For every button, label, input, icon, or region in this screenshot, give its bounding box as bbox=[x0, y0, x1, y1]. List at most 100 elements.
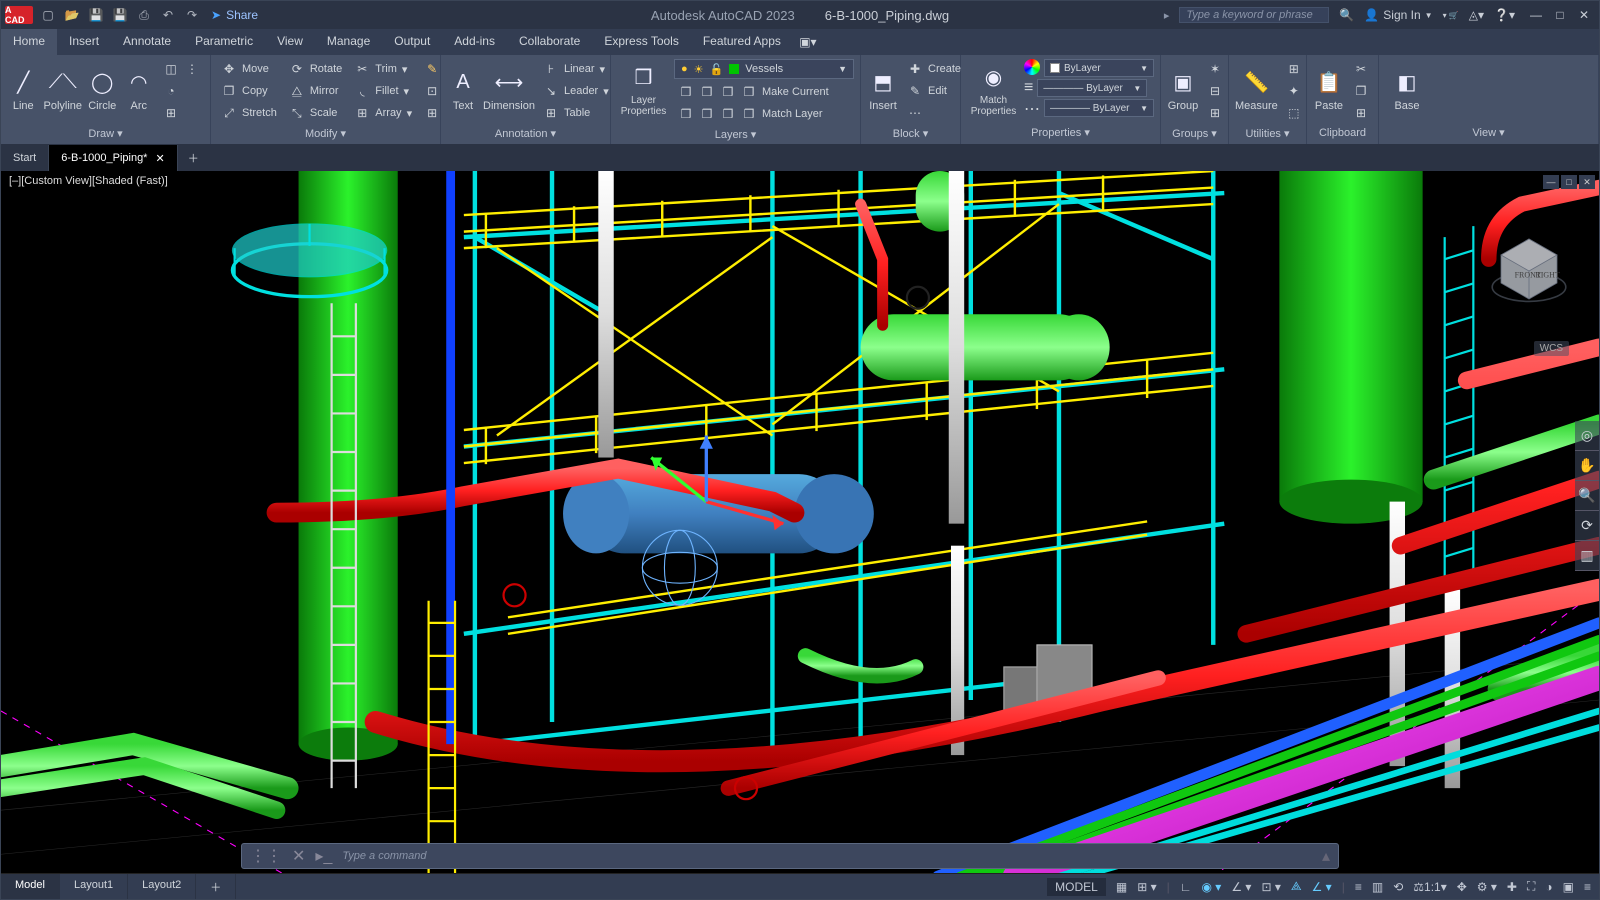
tab-start[interactable]: Start bbox=[1, 145, 49, 171]
tab-express[interactable]: Express Tools bbox=[592, 29, 690, 55]
vp-min-icon[interactable]: — bbox=[1543, 175, 1559, 189]
transparency-icon[interactable]: ▥ bbox=[1372, 880, 1383, 894]
tab-drawing-active[interactable]: 6-B-1000_Piping*✕ bbox=[49, 145, 177, 171]
panel-props-label[interactable]: Properties ▾ bbox=[961, 126, 1160, 144]
tab-featured[interactable]: Featured Apps bbox=[691, 29, 793, 55]
layer-tool1[interactable]: ❒❒❒❒Make Current bbox=[674, 82, 833, 102]
orbit-icon[interactable]: ⟳ bbox=[1575, 511, 1599, 541]
annomon-icon[interactable]: ✚ bbox=[1507, 880, 1517, 894]
cleanscreen-icon[interactable]: ▣ bbox=[1563, 880, 1574, 894]
fillet-button[interactable]: ◟Fillet▾ bbox=[350, 81, 416, 101]
panel-groups-label[interactable]: Groups ▾ bbox=[1161, 127, 1228, 144]
cmd-handle-icon[interactable]: ⋮⋮ bbox=[250, 846, 282, 866]
tab-model[interactable]: Model bbox=[1, 874, 60, 899]
group-button[interactable]: ▣Group bbox=[1167, 59, 1199, 119]
save-icon[interactable]: 💾 bbox=[87, 6, 105, 24]
command-line[interactable]: ⋮⋮ ✕ ▸_ Type a command ▴ bbox=[241, 843, 1339, 869]
signin-button[interactable]: 👤 Sign In ▼ bbox=[1364, 8, 1432, 22]
leader-button[interactable]: ↘Leader▾ bbox=[539, 81, 613, 101]
tab-layout2[interactable]: Layout2 bbox=[128, 874, 196, 899]
undo-icon[interactable]: ↶ bbox=[159, 6, 177, 24]
polar-icon[interactable]: ◉ ▾ bbox=[1201, 880, 1221, 894]
drawing-viewport[interactable]: [–][Custom View][Shaded (Fast)] — □ ✕ WC… bbox=[1, 171, 1599, 873]
rotate-button[interactable]: ⟳Rotate bbox=[285, 59, 346, 79]
mirror-button[interactable]: ⧋Mirror bbox=[285, 81, 346, 101]
viewcube[interactable]: FRONT RIGHT bbox=[1489, 231, 1569, 311]
close-icon[interactable]: ✕ bbox=[1573, 5, 1595, 25]
showmotion-icon[interactable]: ▥ bbox=[1575, 541, 1599, 571]
ribbon-launcher-icon[interactable]: ▣▾ bbox=[793, 29, 823, 55]
tab-parametric[interactable]: Parametric bbox=[183, 29, 265, 55]
trim-button[interactable]: ✂Trim▾ bbox=[350, 59, 416, 79]
layer-dropdown[interactable]: ● ☀ 🔓 Vessels ▼ bbox=[674, 59, 854, 79]
linetype-dropdown[interactable]: ———— ByLayer▼ bbox=[1044, 99, 1154, 117]
insert-button[interactable]: ⬒Insert bbox=[867, 59, 899, 119]
wcs-label[interactable]: WCS bbox=[1534, 341, 1569, 356]
linear-button[interactable]: ⊦Linear▾ bbox=[539, 59, 613, 79]
tab-addins[interactable]: Add-ins bbox=[442, 29, 507, 55]
color-dropdown[interactable]: ByLayer▼ bbox=[1044, 59, 1154, 77]
circle-button[interactable]: ◯Circle bbox=[86, 59, 118, 119]
panel-block-label[interactable]: Block ▾ bbox=[861, 127, 960, 144]
cmd-expand-icon[interactable]: ▴ bbox=[1322, 846, 1330, 866]
measure-button[interactable]: 📏Measure bbox=[1235, 59, 1278, 119]
panel-utils-label[interactable]: Utilities ▾ bbox=[1229, 127, 1306, 144]
layer-tool2[interactable]: ❒❒❒❒Match Layer bbox=[674, 104, 833, 124]
color-wheel-icon[interactable] bbox=[1024, 59, 1040, 75]
create-button[interactable]: ✚Create bbox=[903, 59, 965, 79]
vp-max-icon[interactable]: □ bbox=[1561, 175, 1577, 189]
panel-draw-label[interactable]: Draw ▾ bbox=[1, 127, 210, 144]
open-icon[interactable]: 📂 bbox=[63, 6, 81, 24]
cmd-close-icon[interactable]: ✕ bbox=[292, 846, 305, 866]
arc-button[interactable]: ◠Arc bbox=[123, 59, 155, 119]
polyline-button[interactable]: ⟋⟍Polyline bbox=[43, 59, 82, 119]
dimension-button[interactable]: ⟷Dimension bbox=[483, 59, 535, 119]
status-model[interactable]: MODEL bbox=[1047, 878, 1106, 896]
edit-button[interactable]: ✎Edit bbox=[903, 81, 965, 101]
osnap-icon[interactable]: ⊡ ▾ bbox=[1261, 880, 1280, 894]
plot-icon[interactable]: ⎙ bbox=[135, 6, 153, 24]
hardware-icon[interactable]: ⛶ bbox=[1527, 879, 1535, 894]
close-tab-icon[interactable]: ✕ bbox=[155, 152, 164, 165]
workspace-icon[interactable]: ⚙ ▾ bbox=[1477, 880, 1497, 894]
search-icon[interactable]: 🔍 bbox=[1339, 8, 1354, 22]
base-button[interactable]: ◧Base bbox=[1385, 59, 1429, 119]
tab-add-layout[interactable]: ＋ bbox=[196, 874, 236, 899]
layer-props-button[interactable]: ❒Layer Properties bbox=[617, 59, 670, 119]
draw-extra1[interactable]: ◫⋮ bbox=[159, 59, 204, 79]
isodraft-icon[interactable]: ∠ ▾ bbox=[1231, 880, 1251, 894]
tab-manage[interactable]: Manage bbox=[315, 29, 382, 55]
search-input[interactable]: Type a keyword or phrase bbox=[1179, 7, 1329, 23]
linetype-icon[interactable]: ⋯ bbox=[1024, 99, 1040, 119]
lineweight-dropdown[interactable]: ———— ByLayer▼ bbox=[1037, 79, 1147, 97]
lineweight-toggle-icon[interactable]: ≡ bbox=[1355, 880, 1362, 894]
isolate-icon[interactable]: ◑ bbox=[1545, 880, 1552, 894]
tab-view[interactable]: View bbox=[265, 29, 315, 55]
viewport-label[interactable]: [–][Custom View][Shaded (Fast)] bbox=[9, 175, 168, 187]
lineweight-icon[interactable]: ≡ bbox=[1024, 79, 1033, 97]
tab-insert[interactable]: Insert bbox=[57, 29, 111, 55]
otrack-icon[interactable]: ∠ ▾ bbox=[1312, 880, 1332, 894]
cycling-icon[interactable]: ⟲ bbox=[1393, 880, 1403, 894]
match-props-button[interactable]: ◉Match Properties bbox=[967, 59, 1020, 119]
panel-annot-label[interactable]: Annotation ▾ bbox=[441, 127, 610, 144]
snap-icon[interactable]: ⊞ ▾ bbox=[1137, 880, 1156, 894]
panel-view-label[interactable]: View ▾ bbox=[1379, 126, 1598, 144]
new-icon[interactable]: ▢ bbox=[39, 6, 57, 24]
move-button[interactable]: ✥Move bbox=[217, 59, 281, 79]
scale-button[interactable]: ⤡Scale bbox=[285, 103, 346, 123]
redo-icon[interactable]: ↷ bbox=[183, 6, 201, 24]
vp-close-icon[interactable]: ✕ bbox=[1579, 175, 1595, 189]
text-button[interactable]: AText bbox=[447, 59, 479, 119]
customize-icon[interactable]: ≡ bbox=[1584, 880, 1591, 894]
array-button[interactable]: ⊞Array▾ bbox=[350, 103, 416, 123]
tab-layout1[interactable]: Layout1 bbox=[60, 874, 128, 899]
grid-icon[interactable]: ▦ bbox=[1116, 880, 1127, 894]
maximize-icon[interactable]: □ bbox=[1549, 5, 1571, 25]
tab-output[interactable]: Output bbox=[382, 29, 442, 55]
draw-extra2[interactable]: ◔ bbox=[159, 81, 204, 101]
help-icon[interactable]: ❔▾ bbox=[1494, 8, 1515, 22]
tab-collaborate[interactable]: Collaborate bbox=[507, 29, 592, 55]
block-extra[interactable]: ⋯ bbox=[903, 103, 965, 123]
table-button[interactable]: ⊞Table bbox=[539, 103, 613, 123]
